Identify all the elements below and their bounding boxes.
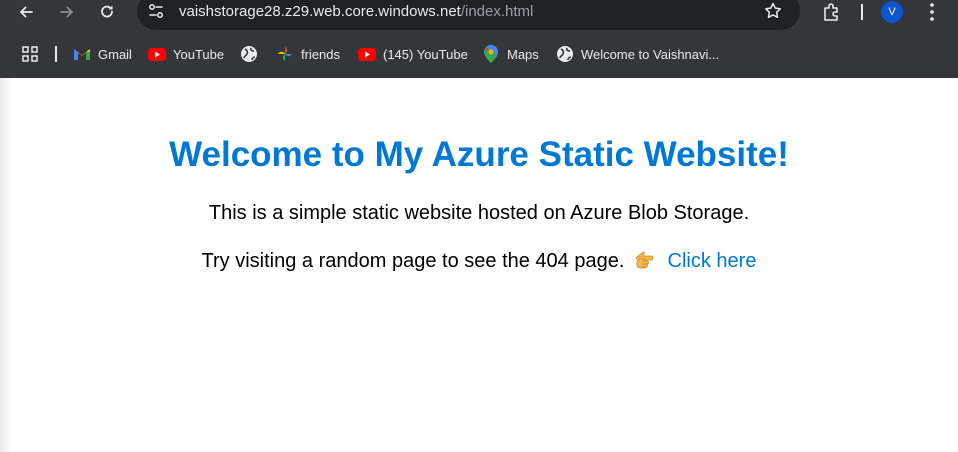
toolbar-separator	[861, 4, 863, 20]
globe-icon	[240, 45, 258, 63]
avatar[interactable]: V	[881, 1, 903, 23]
url-path: /index.html	[460, 3, 534, 20]
youtube-icon	[358, 45, 376, 63]
forward-icon	[60, 6, 73, 18]
page-content: Welcome to My Azure Static Website! This…	[0, 78, 958, 452]
bookmark-maps[interactable]: Maps	[482, 44, 539, 64]
photos-icon	[276, 45, 294, 63]
globe-icon	[556, 45, 574, 63]
bookmarks-bar: Gmail YouTube friends (145) YouTube Maps…	[0, 38, 958, 70]
try-paragraph: Try visiting a random page to see the 40…	[0, 250, 958, 273]
menu-icon[interactable]	[922, 1, 942, 23]
bookmark-label: YouTube	[173, 46, 225, 62]
try-text: Try visiting a random page to see the 40…	[201, 250, 625, 272]
browser-chrome: vaishstorage28.z29.web.core.windows.net/…	[0, 0, 958, 78]
browser-toolbar: vaishstorage28.z29.web.core.windows.net/…	[0, 0, 958, 30]
bookmark-friends[interactable]: friends	[276, 44, 340, 64]
apps-button[interactable]	[21, 44, 39, 64]
page-title: Welcome to My Azure Static Website!	[169, 135, 789, 174]
pointing-hand-icon	[635, 251, 654, 269]
bookmark-youtube-145[interactable]: (145) YouTube	[358, 44, 468, 64]
bookmark-youtube[interactable]: YouTube	[148, 44, 224, 64]
youtube-icon	[148, 45, 166, 63]
back-icon	[20, 6, 33, 18]
bookmark-label: (145) YouTube	[383, 46, 468, 62]
back-button[interactable]	[14, 0, 38, 24]
click-here-link[interactable]: Click here	[668, 250, 757, 272]
bookmark-globe[interactable]	[240, 44, 265, 64]
bookmark-label: Welcome to Vaishnavi...	[581, 46, 720, 62]
url-host: vaishstorage28.z29.web.core.windows.net	[179, 3, 461, 20]
bookmark-label: friends	[301, 46, 341, 62]
bookmark-label: Gmail	[98, 46, 132, 62]
maps-icon	[482, 45, 500, 63]
bookmark-welcome-vaishnavi[interactable]: Welcome to Vaishnavi...	[556, 44, 719, 64]
intro-text: This is a simple static website hosted o…	[208, 202, 750, 224]
apps-icon	[22, 46, 38, 62]
url-text[interactable]: vaishstorage28.z29.web.core.windows.net/…	[179, 3, 533, 20]
reload-button[interactable]	[95, 0, 119, 24]
star-icon[interactable]	[763, 1, 783, 21]
reload-icon	[101, 5, 113, 18]
bookmarks-separator	[55, 46, 57, 62]
extensions-icon[interactable]	[821, 1, 843, 23]
forward-button[interactable]	[55, 0, 79, 24]
address-bar[interactable]: vaishstorage28.z29.web.core.windows.net/…	[137, 0, 800, 30]
site-info-icon[interactable]	[147, 2, 165, 20]
bookmark-label: Maps	[507, 46, 539, 62]
bookmark-gmail[interactable]: Gmail	[73, 44, 132, 64]
gmail-icon	[73, 45, 91, 63]
